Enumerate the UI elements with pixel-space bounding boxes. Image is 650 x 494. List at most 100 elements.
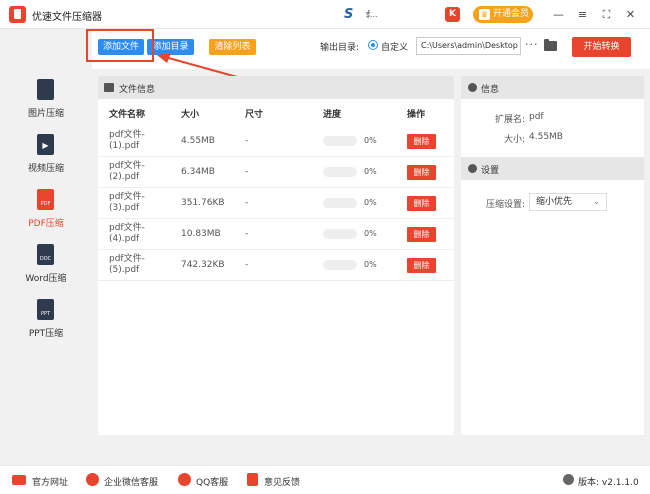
- qq-icon: [178, 473, 191, 486]
- qq-support-link[interactable]: QQ客服: [196, 475, 228, 488]
- sidebar-item-label: 视频压缩: [27, 164, 64, 174]
- folder-icon[interactable]: [544, 39, 557, 51]
- feedback-link[interactable]: 意见反馈: [264, 475, 300, 488]
- progress-percent: 0%: [364, 167, 377, 176]
- file-size: 10.83MB: [181, 229, 221, 239]
- title-bar: 优速文件压缩器 S ई... K ♛ 开通会员 — ≡ ⛶ ✕: [0, 0, 650, 29]
- image-file-icon: [37, 79, 54, 100]
- file-dimension: -: [245, 198, 249, 208]
- file-panel-title: 文件信息: [119, 85, 156, 95]
- delete-button[interactable]: 删除: [407, 196, 436, 211]
- file-panel-header: 文件信息: [98, 76, 454, 99]
- pdf-file-icon: PDF: [37, 189, 54, 210]
- compress-setting-select[interactable]: 缩小优先 ⌄: [529, 193, 607, 211]
- file-name: pdf文件- (3).pdf: [109, 192, 145, 213]
- refresh-icon: [563, 474, 574, 485]
- info-panel-header: 信息: [461, 76, 644, 99]
- sidebar-item-label: PDF压缩: [28, 219, 64, 229]
- wechat-support-link[interactable]: 企业微信客服: [104, 475, 158, 488]
- col-header-action: 操作: [407, 110, 426, 120]
- highlight-annotation: [86, 29, 154, 62]
- chevron-down-icon: ⌄: [593, 197, 600, 206]
- progress-percent: 0%: [364, 229, 377, 238]
- file-dimension: -: [245, 229, 249, 239]
- sidebar-item-ppt[interactable]: PPT PPT压缩: [0, 299, 92, 349]
- maximize-button[interactable]: ⛶: [598, 6, 615, 23]
- file-size: 742.32KB: [181, 260, 225, 270]
- table-row[interactable]: pdf文件- (3).pdf 351.76KB - 0% 删除: [98, 188, 454, 219]
- col-header-progress: 进度: [323, 110, 342, 120]
- file-name: pdf文件- (5).pdf: [109, 254, 145, 275]
- ppt-file-icon: PPT: [37, 299, 54, 320]
- sidebar-item-video[interactable]: ▶ 视频压缩: [0, 134, 92, 184]
- col-header-dimension: 尺寸: [245, 110, 264, 120]
- file-dimension: -: [245, 136, 249, 146]
- app-logo-icon: [9, 6, 26, 23]
- sidebar-item-word[interactable]: DOC Word压缩: [0, 244, 92, 294]
- menu-button[interactable]: ≡: [574, 6, 591, 23]
- vip-button[interactable]: ♛ 开通会员: [473, 6, 533, 23]
- start-convert-button[interactable]: 开始转换: [572, 37, 631, 57]
- size-value: 4.55MB: [529, 132, 563, 142]
- delete-button[interactable]: 删除: [407, 258, 436, 273]
- more-options-button[interactable]: ···: [525, 38, 539, 51]
- app-title: 优速文件压缩器: [32, 12, 102, 23]
- website-icon: [12, 475, 26, 485]
- sidebar-item-label: 图片压缩: [27, 109, 64, 119]
- vip-label: 开通会员: [493, 9, 530, 19]
- delete-button[interactable]: 删除: [407, 227, 436, 242]
- output-path-input[interactable]: C:\Users\admin\Desktop: [416, 37, 521, 55]
- footer: 官方网址 企业微信客服 QQ客服 意见反馈 版本: v2.1.1.0: [0, 465, 650, 494]
- compress-setting-value: 缩小优先: [536, 197, 573, 207]
- file-dimension: -: [245, 260, 249, 270]
- file-name: pdf文件- (2).pdf: [109, 161, 145, 182]
- size-label: 大小:: [503, 135, 525, 145]
- file-size: 6.34MB: [181, 167, 215, 177]
- table-row[interactable]: pdf文件- (5).pdf 742.32KB - 0% 删除: [98, 250, 454, 281]
- file-dimension: -: [245, 167, 249, 177]
- file-size: 4.55MB: [181, 136, 215, 146]
- file-list-panel: 文件信息 文件名称 大小 尺寸 进度 操作 pdf文件- (1).pdf 4.55…: [98, 76, 454, 435]
- progress-percent: 0%: [364, 260, 377, 269]
- progress-bar: [323, 260, 357, 270]
- k-icon[interactable]: K: [445, 7, 460, 22]
- sidebar-item-image[interactable]: 图片压缩: [0, 79, 92, 129]
- website-link[interactable]: 官方网址: [32, 475, 68, 488]
- progress-bar: [323, 198, 357, 208]
- table-row[interactable]: pdf文件- (1).pdf 4.55MB - 0% 删除: [98, 126, 454, 157]
- file-name: pdf文件- (1).pdf: [109, 130, 145, 151]
- info-panel: 信息 扩展名: pdf 大小: 4.55MB 设置 压缩设置: 缩小优先 ⌄: [461, 76, 644, 435]
- custom-radio[interactable]: [368, 40, 378, 50]
- minimize-button[interactable]: —: [550, 6, 567, 23]
- version-text: 版本: v2.1.1.0: [578, 478, 639, 488]
- file-size: 351.76KB: [181, 198, 225, 208]
- wechat-icon: [86, 473, 99, 486]
- settings-panel-title: 设置: [481, 166, 500, 176]
- feedback-icon: [247, 473, 258, 486]
- close-button[interactable]: ✕: [622, 6, 639, 23]
- table-row[interactable]: pdf文件- (2).pdf 6.34MB - 0% 删除: [98, 157, 454, 188]
- delete-button[interactable]: 删除: [407, 134, 436, 149]
- crown-icon: ♛: [479, 9, 490, 20]
- progress-bar: [323, 229, 357, 239]
- sidebar: 图片压缩 ▶ 视频压缩 PDF PDF压缩 DOC Word压缩 PPT PPT…: [0, 29, 92, 465]
- output-dir-label: 输出目录:: [320, 43, 360, 53]
- video-file-icon: ▶: [37, 134, 54, 155]
- sidebar-item-label: Word压缩: [25, 274, 67, 284]
- progress-bar: [323, 167, 357, 177]
- extension-label: 扩展名:: [494, 115, 525, 125]
- info-panel-title: 信息: [481, 85, 500, 95]
- gear-icon: [468, 83, 477, 92]
- settings-panel-header: 设置: [461, 157, 644, 180]
- file-name: pdf文件- (4).pdf: [109, 223, 145, 244]
- progress-percent: 0%: [364, 198, 377, 207]
- gear-icon: [468, 164, 477, 173]
- extension-value: pdf: [529, 112, 544, 122]
- brand-mark-icon: S: [344, 7, 354, 22]
- doc-file-icon: DOC: [37, 244, 54, 265]
- delete-button[interactable]: 删除: [407, 165, 436, 180]
- compress-setting-label: 压缩设置:: [485, 200, 525, 210]
- sidebar-item-pdf[interactable]: PDF PDF压缩: [0, 189, 92, 239]
- brand-text: ई...: [366, 10, 378, 19]
- table-row[interactable]: pdf文件- (4).pdf 10.83MB - 0% 删除: [98, 219, 454, 250]
